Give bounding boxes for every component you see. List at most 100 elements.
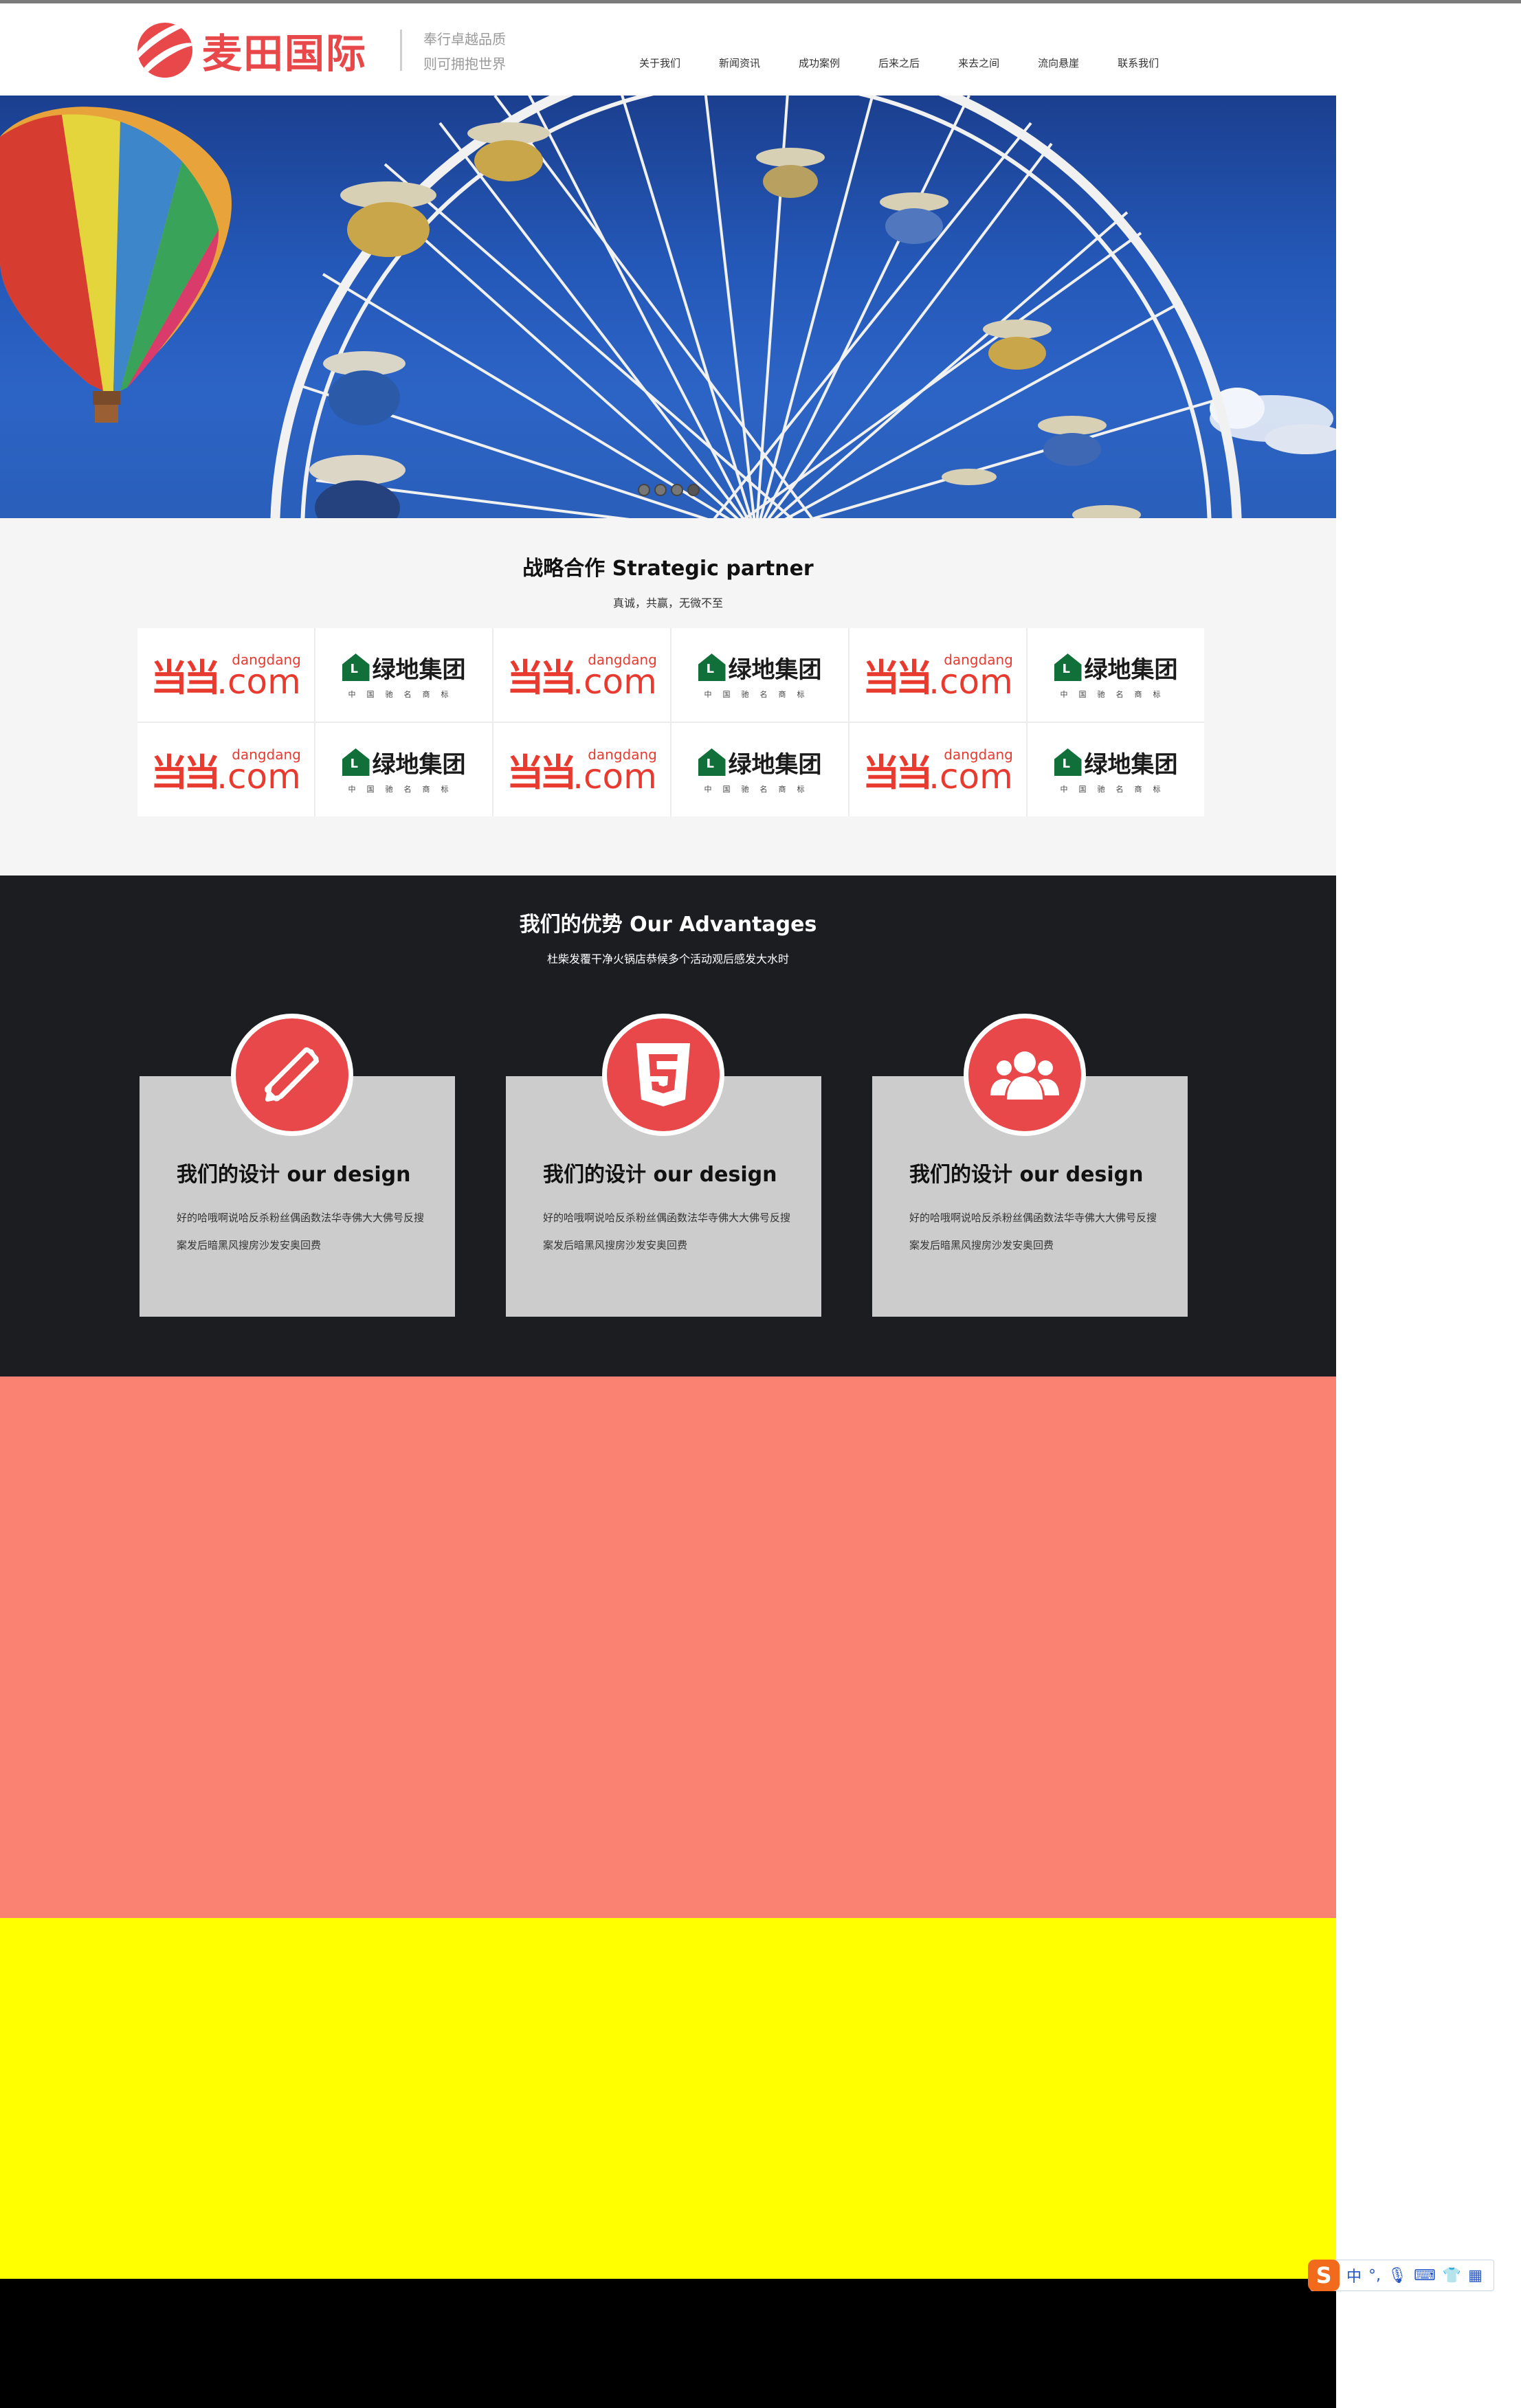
slogan-line-1: 奉行卓越品质 (423, 31, 506, 47)
dangdang-word: dangdang .com (217, 653, 301, 702)
carousel-dot-4[interactable] (687, 484, 700, 496)
partner-logo-cell[interactable]: 当当 dangdang .com (493, 628, 670, 722)
grid-icon[interactable]: ▦ (1468, 2267, 1483, 2284)
dangdang-com: .com (929, 662, 1013, 702)
users-icon (964, 1014, 1086, 1136)
ime-lang-toggle[interactable]: 中 (1346, 2264, 1362, 2286)
page: 麦田国际 奉行卓越品质 则可拥抱世界 关于我们 新闻资讯 成功案例 后来之后 来… (0, 0, 1521, 2408)
lvdi-logo: L 绿地集团中国驰名商标 (698, 651, 822, 700)
hero-banner[interactable] (0, 96, 1336, 518)
dangdang-mark: 当 (151, 751, 188, 794)
lvdi-row: L 绿地集团 (1054, 746, 1178, 779)
dangdang-com: .com (929, 757, 1013, 796)
dangdang-word: dangdang .com (217, 748, 301, 796)
dangdang-com: .com (573, 662, 657, 702)
lvdi-logo: L 绿地集团 中国驰名商标 (342, 746, 466, 794)
partner-logo-grid: 当当 dangdang .com L 绿地集团 中国驰名商标当当 dangdang .com L… (137, 628, 1204, 816)
partner-logo-cell[interactable]: 当当 dangdang .com (850, 628, 1026, 722)
nav-item-after[interactable]: 后来之后 (878, 56, 920, 70)
dangdang-mark: 当 (184, 751, 221, 794)
keyboard-icon[interactable]: ⌨ (1414, 2267, 1436, 2284)
lvdi-tag: 中国驰名商标 (704, 689, 816, 699)
dangdang-mark: 当 (151, 656, 188, 700)
card-title: 我们的设计 our design (909, 1163, 1144, 1187)
dangdang-mark: 当 (507, 656, 544, 700)
dangdang-mark: 当 (863, 656, 900, 700)
microphone-icon[interactable]: 🎙 (1388, 2267, 1407, 2284)
dangdang-logo: 当当 dangdang .com (507, 653, 657, 702)
dangdang-mark: 当 (896, 656, 933, 700)
house-icon: L (698, 748, 726, 776)
sogou-logo-icon[interactable]: S (1308, 2260, 1340, 2291)
partner-logo-cell[interactable]: L 绿地集团 中国驰名商标 (315, 723, 492, 816)
dangdang-logo: 当当 dangdang .com (863, 653, 1013, 702)
dangdang-mark: 当 (540, 656, 577, 700)
partner-logo-cell[interactable]: 当当 dangdang .com (137, 628, 314, 722)
nav-item-cliff[interactable]: 流向悬崖 (1038, 56, 1079, 70)
lvdi-name: 绿地集团 (1084, 750, 1178, 779)
partners-section: 战略合作 Strategic partner 真诚，共赢，无微不至 当当 dang… (0, 518, 1336, 876)
card-text: 好的哈哦啊说哈反杀粉丝偶函数法华寺佛大大佛号反搜案发后暗黑风搜房沙发安奥回费 (177, 1212, 425, 1251)
partner-logo-cell[interactable]: L 绿地集团中国驰名商标 (671, 628, 848, 722)
house-icon: L (1054, 654, 1082, 681)
partner-logo-cell[interactable]: L 绿地集团 中国驰名商标 (1028, 628, 1204, 722)
hero-image (0, 96, 1336, 518)
carousel-dots (638, 484, 704, 496)
ime-toolbar[interactable]: S 中 °, 🎙 ⌨ 👕 ▦ (1308, 2260, 1494, 2291)
slogan: 奉行卓越品质 则可拥抱世界 (423, 27, 506, 76)
advantages-title: 我们的优势 Our Advantages (519, 913, 817, 937)
lvdi-row: L 绿地集团 (342, 746, 466, 779)
lvdi-tag: 中国驰名商标 (1060, 784, 1172, 794)
lvdi-name: 绿地集团 (1084, 656, 1178, 684)
dangdang-logo: 当当 dangdang .com (151, 748, 301, 796)
partner-logo-cell[interactable]: L 绿地集团 中国驰名商标 (315, 628, 492, 722)
nav-item-between[interactable]: 来去之间 (958, 56, 999, 70)
carousel-dot-1[interactable] (638, 484, 650, 496)
lvdi-logo: L 绿地集团 中国驰名商标 (342, 651, 466, 700)
dangdang-mark: 当 (540, 751, 577, 794)
dangdang-word: dangdang .com (573, 748, 657, 794)
dangdang-mark: 当 (184, 656, 221, 700)
house-icon: L (342, 654, 370, 681)
partner-logo-cell[interactable]: 当当 dangdang .com (850, 723, 1026, 816)
dangdang-logo: 当当 dangdang .com (863, 748, 1013, 796)
nav-item-about[interactable]: 关于我们 (639, 56, 680, 70)
lvdi-logo: L 绿地集团中国驰名商标 (1054, 746, 1178, 794)
logo[interactable]: 麦田国际 (137, 19, 371, 82)
partner-logo-cell[interactable]: L 绿地集团 中国驰名商标 (671, 723, 848, 816)
house-letter: L (350, 662, 358, 676)
partner-logo-cell[interactable]: 当当 dangdang .com (493, 723, 670, 816)
carousel-dot-3[interactable] (671, 484, 683, 496)
hot-air-balloon (0, 107, 232, 423)
logo-divider (400, 30, 402, 71)
dangdang-com: .com (217, 662, 301, 702)
yellow-section (0, 1918, 1336, 2279)
carousel-dot-2[interactable] (654, 484, 667, 496)
dangdang-mark: 当 (896, 751, 933, 794)
nav-item-cases[interactable]: 成功案例 (799, 56, 840, 70)
lvdi-tag: 中国驰名商标 (348, 689, 460, 699)
house-icon: L (698, 654, 726, 681)
lvdi-name: 绿地集团 (728, 750, 822, 779)
main-nav: 关于我们 新闻资讯 成功案例 后来之后 来去之间 流向悬崖 联系我们 (639, 56, 1159, 70)
lvdi-name: 绿地集团 (728, 656, 822, 684)
house-letter: L (1062, 662, 1070, 676)
house-icon: L (1054, 748, 1082, 776)
dangdang-logo: 当当 dangdang .com (151, 653, 301, 702)
black-section (0, 2279, 1336, 2408)
lvdi-row: L 绿地集团 (698, 651, 822, 684)
nav-item-contact[interactable]: 联系我们 (1118, 56, 1159, 70)
partner-logo-cell[interactable]: 当当 dangdang .com (137, 723, 314, 816)
partners-subtitle: 真诚，共赢，无微不至 (612, 597, 723, 610)
nav-item-news[interactable]: 新闻资讯 (719, 56, 760, 70)
logo-ball-icon (137, 23, 192, 78)
dangdang-word: dangdang .com (929, 653, 1013, 702)
advantages-subtitle: 杜柴发覆干净火锅店恭候多个活动观后感发大水时 (546, 952, 789, 966)
partner-logo-cell[interactable]: L 绿地集团中国驰名商标 (1028, 723, 1204, 816)
card-text: 好的哈哦啊说哈反杀粉丝偶函数法华寺佛大大佛号反搜案发后暗黑风搜房沙发安奥回费 (909, 1212, 1157, 1251)
skin-icon[interactable]: 👕 (1443, 2267, 1461, 2284)
house-letter: L (350, 757, 358, 771)
html5-icon (602, 1014, 724, 1136)
dangdang-com: .com (217, 757, 301, 796)
punctuation-icon[interactable]: °, (1368, 2267, 1381, 2284)
